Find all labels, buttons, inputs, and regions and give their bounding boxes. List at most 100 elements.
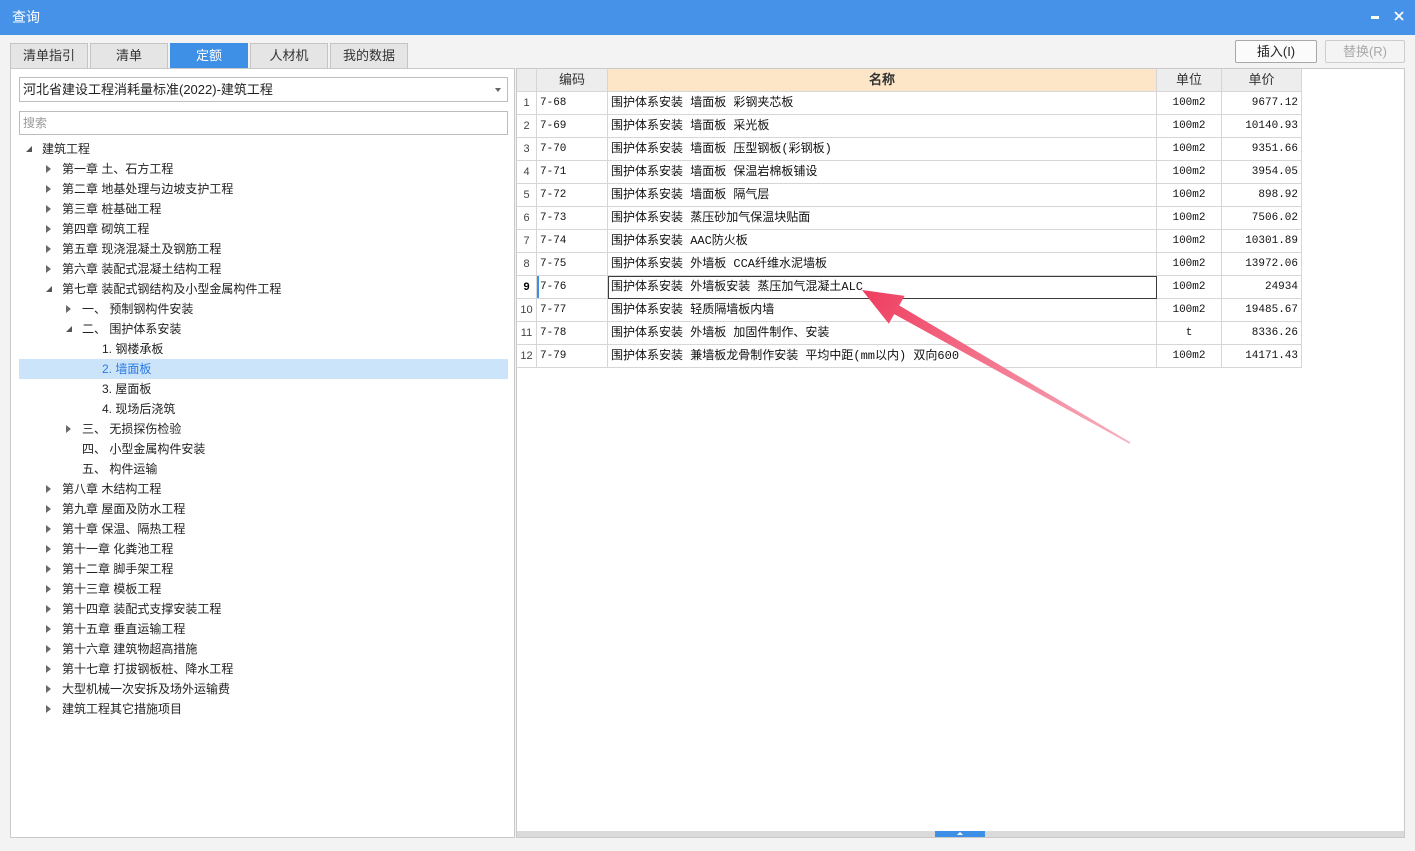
code-cell[interactable]: 7-74	[537, 230, 608, 253]
table-row[interactable]: 10 7-77 围护体系安装 轻质隔墙板内墙 100m2 19485.67	[517, 299, 1302, 322]
code-cell[interactable]: 7-76	[537, 276, 608, 299]
tab-bill-guide[interactable]: 清单指引	[10, 43, 88, 68]
tree-node[interactable]: 四、 小型金属构件安装	[19, 439, 508, 459]
tree-node[interactable]: 第十二章 脚手架工程	[19, 559, 508, 579]
table-row[interactable]: 7 7-74 围护体系安装 AAC防火板 100m2 10301.89	[517, 230, 1302, 253]
table-row[interactable]: 12 7-79 围护体系安装 兼墙板龙骨制作安装 平均中距(mm以内) 双向60…	[517, 345, 1302, 368]
tree-node[interactable]: 第十五章 垂直运输工程	[19, 619, 508, 639]
tree-node[interactable]: 二、 围护体系安装	[19, 319, 508, 339]
tree-node[interactable]: 三、 无损探伤检验	[19, 419, 508, 439]
price-cell[interactable]: 9351.66	[1222, 138, 1302, 161]
collapsed-arrow-icon[interactable]	[46, 685, 51, 693]
splitter-handle[interactable]	[935, 831, 985, 837]
name-cell[interactable]: 围护体系安装 墙面板 保温岩棉板铺设	[608, 161, 1157, 184]
row-number-cell[interactable]: 9	[517, 276, 537, 299]
price-cell[interactable]: 8336.26	[1222, 322, 1302, 345]
unit-cell[interactable]: 100m2	[1157, 253, 1222, 276]
table-row[interactable]: 6 7-73 围护体系安装 蒸压砂加气保温块贴面 100m2 7506.02	[517, 207, 1302, 230]
tree-node[interactable]: 第五章 现浇混凝土及钢筋工程	[19, 239, 508, 259]
price-cell[interactable]: 9677.12	[1222, 92, 1302, 115]
row-number-cell[interactable]: 8	[517, 253, 537, 276]
table-row[interactable]: 4 7-71 围护体系安装 墙面板 保温岩棉板铺设 100m2 3954.05	[517, 161, 1302, 184]
tree-node[interactable]: 第十三章 模板工程	[19, 579, 508, 599]
collapsed-arrow-icon[interactable]	[46, 505, 51, 513]
row-number-cell[interactable]: 3	[517, 138, 537, 161]
splitter-bar[interactable]	[517, 831, 1404, 837]
name-cell-focused[interactable]: 围护体系安装 外墙板安装 蒸压加气混凝土ALC	[608, 276, 1157, 299]
collapsed-arrow-icon[interactable]	[46, 485, 51, 493]
price-cell[interactable]: 10140.93	[1222, 115, 1302, 138]
table-row[interactable]: 2 7-69 围护体系安装 墙面板 采光板 100m2 10140.93	[517, 115, 1302, 138]
row-number-cell[interactable]: 5	[517, 184, 537, 207]
search-input[interactable]	[19, 111, 508, 135]
row-number-cell[interactable]: 12	[517, 345, 537, 368]
tree-node[interactable]: 第七章 装配式钢结构及小型金属构件工程	[19, 279, 508, 299]
row-number-cell[interactable]: 6	[517, 207, 537, 230]
collapsed-arrow-icon[interactable]	[46, 205, 51, 213]
name-cell[interactable]: 围护体系安装 墙面板 采光板	[608, 115, 1157, 138]
name-cell[interactable]: 围护体系安装 AAC防火板	[608, 230, 1157, 253]
collapsed-arrow-icon[interactable]	[46, 185, 51, 193]
unit-cell[interactable]: 100m2	[1157, 184, 1222, 207]
unit-cell[interactable]: 100m2	[1157, 345, 1222, 368]
table-row[interactable]: 8 7-75 围护体系安装 外墙板 CCA纤维水泥墙板 100m2 13972.…	[517, 253, 1302, 276]
row-number-cell[interactable]: 10	[517, 299, 537, 322]
price-cell[interactable]: 14171.43	[1222, 345, 1302, 368]
tree-node[interactable]: 一、 预制钢构件安装	[19, 299, 508, 319]
insert-button[interactable]: 插入(I)	[1235, 40, 1317, 63]
tree-node[interactable]: 建筑工程其它措施项目	[19, 699, 508, 719]
code-cell[interactable]: 7-72	[537, 184, 608, 207]
code-cell[interactable]: 7-75	[537, 253, 608, 276]
code-cell[interactable]: 7-79	[537, 345, 608, 368]
code-cell[interactable]: 7-70	[537, 138, 608, 161]
unit-cell[interactable]: 100m2	[1157, 92, 1222, 115]
unit-cell[interactable]: 100m2	[1157, 207, 1222, 230]
column-header-unit[interactable]: 单位	[1157, 69, 1222, 92]
tree-node[interactable]: 1. 钢楼承板	[19, 339, 508, 359]
name-cell[interactable]: 围护体系安装 轻质隔墙板内墙	[608, 299, 1157, 322]
code-cell[interactable]: 7-68	[537, 92, 608, 115]
code-cell[interactable]: 7-71	[537, 161, 608, 184]
collapsed-arrow-icon[interactable]	[46, 265, 51, 273]
name-cell[interactable]: 围护体系安装 墙面板 彩钢夹芯板	[608, 92, 1157, 115]
expanded-arrow-icon[interactable]	[26, 146, 32, 152]
close-button[interactable]	[1390, 7, 1408, 25]
name-cell[interactable]: 围护体系安装 墙面板 压型钢板(彩钢板)	[608, 138, 1157, 161]
table-row-selected[interactable]: 9 7-76 围护体系安装 外墙板安装 蒸压加气混凝土ALC 100m2 249…	[517, 276, 1302, 299]
tree-node[interactable]: 第十七章 打拔钢板桩、降水工程	[19, 659, 508, 679]
collapsed-arrow-icon[interactable]	[46, 585, 51, 593]
column-header-code[interactable]: 编码	[537, 69, 608, 92]
collapsed-arrow-icon[interactable]	[46, 165, 51, 173]
expanded-arrow-icon[interactable]	[66, 326, 72, 332]
tree-node[interactable]: 3. 屋面板	[19, 379, 508, 399]
title-bar[interactable]: 查询	[0, 0, 1415, 35]
tree-node[interactable]: 第十六章 建筑物超高措施	[19, 639, 508, 659]
minimize-button[interactable]	[1366, 7, 1384, 25]
collapsed-arrow-icon[interactable]	[46, 605, 51, 613]
price-cell[interactable]: 898.92	[1222, 184, 1302, 207]
unit-cell[interactable]: 100m2	[1157, 276, 1222, 299]
price-cell[interactable]: 13972.06	[1222, 253, 1302, 276]
tree-node[interactable]: 第十四章 装配式支撑安装工程	[19, 599, 508, 619]
price-cell[interactable]: 3954.05	[1222, 161, 1302, 184]
name-cell[interactable]: 围护体系安装 外墙板 CCA纤维水泥墙板	[608, 253, 1157, 276]
table-row[interactable]: 11 7-78 围护体系安装 外墙板 加固件制作、安装 t 8336.26	[517, 322, 1302, 345]
tree-node[interactable]: 第一章 土、石方工程	[19, 159, 508, 179]
expanded-arrow-icon[interactable]	[46, 286, 52, 292]
tree-node[interactable]: 第三章 桩基础工程	[19, 199, 508, 219]
tree-node[interactable]: 五、 构件运输	[19, 459, 508, 479]
name-cell[interactable]: 围护体系安装 墙面板 隔气层	[608, 184, 1157, 207]
row-number-cell[interactable]: 11	[517, 322, 537, 345]
collapsed-arrow-icon[interactable]	[66, 305, 71, 313]
price-cell[interactable]: 7506.02	[1222, 207, 1302, 230]
collapsed-arrow-icon[interactable]	[46, 245, 51, 253]
price-cell[interactable]: 24934	[1222, 276, 1302, 299]
row-number-cell[interactable]: 7	[517, 230, 537, 253]
tree-node[interactable]: 第六章 装配式混凝土结构工程	[19, 259, 508, 279]
tree-node[interactable]: 第十一章 化粪池工程	[19, 539, 508, 559]
unit-cell[interactable]: 100m2	[1157, 138, 1222, 161]
tree-node[interactable]: 2. 墙面板	[19, 359, 508, 379]
unit-cell[interactable]: t	[1157, 322, 1222, 345]
tree-node[interactable]: 建筑工程	[19, 139, 508, 159]
collapsed-arrow-icon[interactable]	[46, 565, 51, 573]
